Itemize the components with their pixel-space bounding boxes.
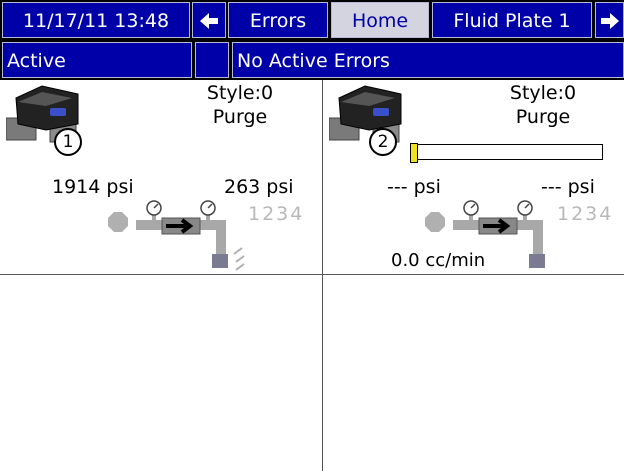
fluid-plate-diagram-icon — [108, 200, 245, 271]
outlet-pressure: --- psi — [541, 176, 595, 198]
empty-panel-3 — [0, 275, 323, 471]
style-label: Style:0 — [206, 82, 274, 104]
inlet-pressure: --- psi — [387, 176, 441, 198]
status-bar: Active No Active Errors — [0, 40, 624, 80]
datetime-display: 11/17/11 13:48 — [2, 2, 190, 38]
arrow-left-icon — [200, 13, 218, 29]
mode-label: Purge — [212, 106, 268, 128]
step-indicators: 1234 — [557, 203, 614, 225]
progress-bar — [410, 143, 603, 163]
status-indicator — [195, 42, 229, 78]
inlet-pressure: 1914 psi — [52, 176, 134, 198]
tab-errors[interactable]: Errors — [228, 2, 328, 38]
outlet-pressure: 263 psi — [224, 176, 294, 198]
panel-grid: 1 Style:0 Purge 1914 psi 263 psi 1234 2 … — [0, 80, 624, 471]
system-state: Active — [2, 42, 192, 78]
panel-number-badge: 2 — [369, 128, 397, 156]
dispense-panel-1[interactable]: 1 Style:0 Purge 1914 psi 263 psi 1234 — [0, 80, 323, 275]
panel-number-badge: 1 — [54, 128, 82, 156]
error-status-message: No Active Errors — [232, 42, 624, 78]
step-indicators: 1234 — [248, 203, 305, 225]
flow-rate: 0.0 cc/min — [391, 250, 486, 271]
mode-label: Purge — [515, 106, 571, 128]
empty-panel-4 — [323, 275, 624, 471]
forward-arrow-button[interactable] — [595, 2, 624, 38]
back-arrow-button[interactable] — [192, 2, 226, 38]
top-tab-bar: 11/17/11 13:48 Errors Home Fluid Plate 1 — [0, 0, 624, 40]
progress-marker — [410, 143, 418, 163]
style-label: Style:0 — [509, 82, 577, 104]
tab-home[interactable]: Home — [331, 2, 429, 38]
screen: 11/17/11 13:48 Errors Home Fluid Plate 1… — [0, 0, 624, 471]
tab-fluid-plate-1[interactable]: Fluid Plate 1 — [432, 2, 592, 38]
dispense-panel-2[interactable]: 2 Style:0 Purge --- psi --- psi 1234 0.0… — [323, 80, 624, 275]
arrow-right-icon — [600, 13, 619, 29]
